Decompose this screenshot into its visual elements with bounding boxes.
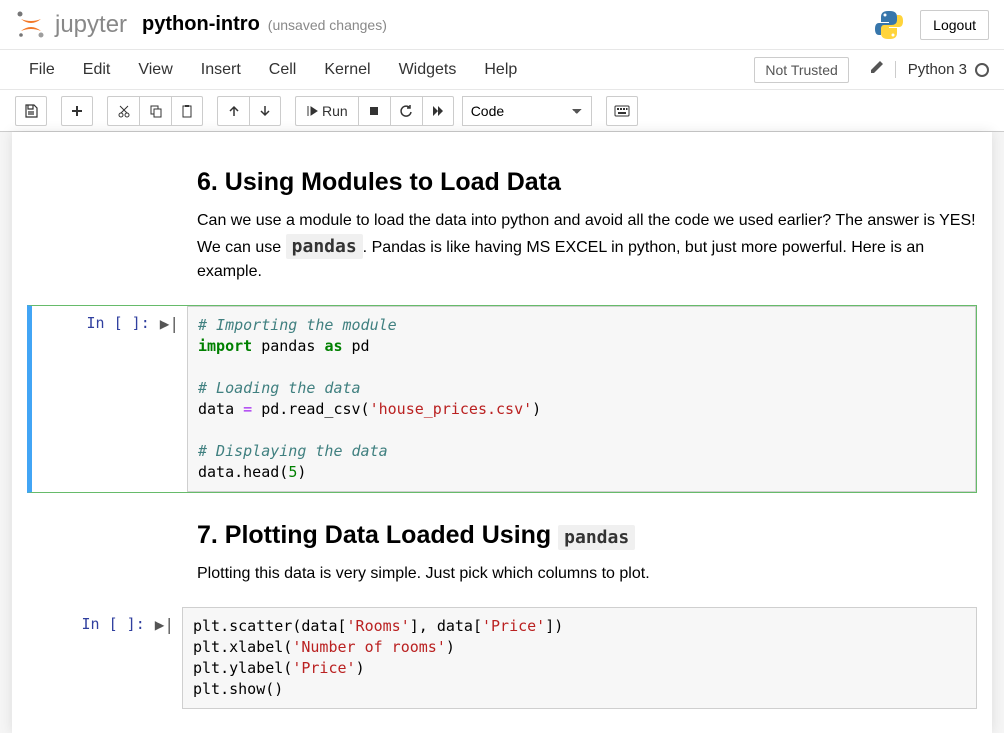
command-palette-button[interactable] (606, 96, 638, 126)
scissors-icon (117, 104, 131, 118)
menubar: File Edit View Insert Cell Kernel Widget… (0, 50, 1004, 90)
markdown-cell[interactable]: 7. Plotting Data Loaded Using pandas Plo… (27, 501, 977, 599)
restart-icon (399, 104, 413, 118)
paste-button[interactable] (171, 96, 203, 126)
prompt-label: In [ ]: (87, 314, 150, 332)
prompt-label: In [ ]: (82, 615, 145, 633)
kernel-indicator-icon (975, 63, 989, 77)
inline-code: pandas (286, 234, 363, 259)
heading-7: 7. Plotting Data Loaded Using pandas (197, 521, 977, 550)
copy-icon (149, 104, 163, 118)
menu-edit[interactable]: Edit (69, 53, 125, 87)
code-cell[interactable]: In [ ]: ▶| # Importing the module import… (27, 305, 977, 493)
heading-6: 6. Using Modules to Load Data (197, 168, 977, 197)
logout-button[interactable]: Logout (920, 10, 989, 40)
menu-cell[interactable]: Cell (255, 53, 311, 87)
stop-icon (368, 105, 380, 117)
interrupt-button[interactable] (358, 96, 390, 126)
collapse-icon[interactable]: ▶| (155, 615, 174, 634)
restart-button[interactable] (390, 96, 422, 126)
python-logo-icon (873, 9, 905, 41)
jupyter-logo-text: jupyter (55, 11, 127, 39)
save-icon (24, 104, 38, 118)
prompt: In [ ]: ▶| (27, 607, 182, 709)
header: jupyter python-intro (unsaved changes) L… (0, 0, 1004, 50)
markdown-cell[interactable]: 6. Using Modules to Load Data Can we use… (27, 148, 977, 297)
add-cell-button[interactable] (61, 96, 93, 126)
arrow-up-icon (227, 104, 241, 118)
menu-kernel[interactable]: Kernel (310, 53, 384, 87)
trust-badge[interactable]: Not Trusted (754, 57, 848, 83)
move-up-button[interactable] (217, 96, 249, 126)
jupyter-logo[interactable]: jupyter (15, 9, 127, 41)
code-input[interactable]: # Importing the module import pandas as … (187, 306, 976, 492)
pencil-icon[interactable] (869, 59, 885, 80)
toolbar: Run Code (0, 90, 1004, 132)
plus-icon (70, 104, 84, 118)
jupyter-logo-icon (15, 9, 47, 41)
kernel-name[interactable]: Python 3 (895, 61, 989, 78)
save-status: (unsaved changes) (268, 17, 387, 33)
cell-type-select[interactable]: Code (462, 96, 592, 126)
run-label: Run (322, 103, 348, 119)
arrow-down-icon (258, 104, 272, 118)
kernel-label: Python 3 (908, 61, 967, 78)
inline-code: pandas (558, 525, 635, 550)
collapse-icon[interactable]: ▶| (160, 314, 179, 333)
cut-button[interactable] (107, 96, 139, 126)
paragraph: Plotting this data is very simple. Just … (197, 562, 977, 586)
paragraph: Can we use a module to load the data int… (197, 209, 977, 284)
menu-view[interactable]: View (124, 53, 186, 87)
menu-file[interactable]: File (15, 53, 69, 87)
prompt: In [ ]: ▶| (32, 306, 187, 492)
code-cell[interactable]: In [ ]: ▶| plt.scatter(data['Rooms'], da… (27, 607, 977, 709)
restart-run-all-button[interactable] (422, 96, 454, 126)
menu-insert[interactable]: Insert (187, 53, 255, 87)
run-icon (306, 105, 318, 117)
paste-icon (180, 104, 194, 118)
fast-forward-icon (431, 104, 445, 118)
copy-button[interactable] (139, 96, 171, 126)
keyboard-icon (614, 105, 630, 117)
menu-widgets[interactable]: Widgets (385, 53, 471, 87)
code-input[interactable]: plt.scatter(data['Rooms'], data['Price']… (182, 607, 977, 709)
notebook-name[interactable]: python-intro (142, 13, 260, 36)
run-button[interactable]: Run (295, 96, 358, 126)
save-button[interactable] (15, 96, 47, 126)
menu-help[interactable]: Help (470, 53, 531, 87)
move-down-button[interactable] (249, 96, 281, 126)
notebook: 6. Using Modules to Load Data Can we use… (12, 132, 992, 733)
notebook-container: 6. Using Modules to Load Data Can we use… (0, 132, 1004, 733)
